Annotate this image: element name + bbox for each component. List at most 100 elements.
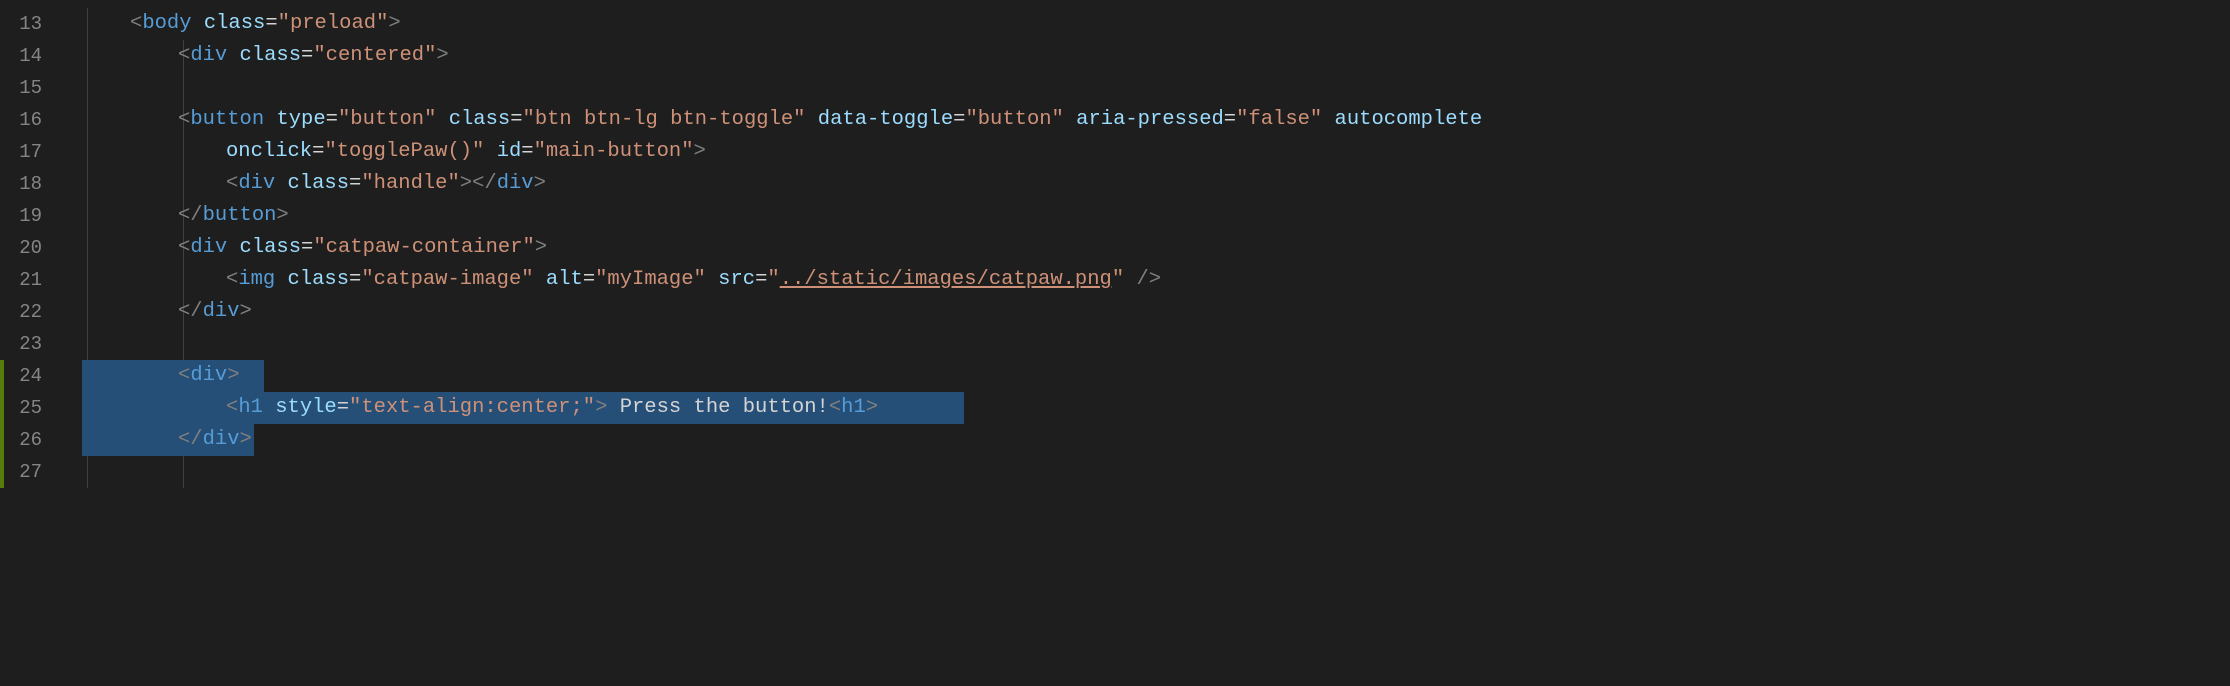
code-token: data-toggle xyxy=(818,108,953,131)
line-number: 25 xyxy=(0,392,64,424)
code-token: = xyxy=(349,268,361,291)
line-number: 17 xyxy=(0,136,64,168)
code-token: = xyxy=(326,108,338,131)
code-token: > xyxy=(240,300,252,323)
code-token: > xyxy=(240,428,252,451)
code-token: > xyxy=(436,44,448,67)
code-token: div xyxy=(190,364,227,387)
code-token: onclick xyxy=(226,140,312,163)
code-token: "catpaw-image" xyxy=(361,268,533,291)
code-token: = xyxy=(349,172,361,195)
code-token: autocomplete xyxy=(1335,108,1483,131)
code-token: div xyxy=(190,236,239,259)
code-token: id xyxy=(497,140,522,163)
code-line[interactable]: <h1 style="text-align:center;"> Press th… xyxy=(64,392,2230,424)
code-token: < xyxy=(226,396,238,419)
code-token: "preload" xyxy=(278,12,389,35)
code-editor[interactable]: 131415161718192021222324252627 <body cla… xyxy=(0,0,2230,686)
code-token: class xyxy=(288,268,350,291)
code-token: "myImage" xyxy=(595,268,706,291)
line-number: 13 xyxy=(0,8,64,40)
code-token: < xyxy=(226,268,238,291)
line-number: 27 xyxy=(0,456,64,488)
code-line[interactable]: </div> xyxy=(64,424,2230,456)
code-token: "text-align:center;" xyxy=(349,396,595,419)
code-token: "main-button" xyxy=(534,140,694,163)
line-number: 24 xyxy=(0,360,64,392)
code-token: button xyxy=(190,108,276,131)
code-token: > xyxy=(276,204,288,227)
line-number: 21 xyxy=(0,264,64,296)
code-token: < xyxy=(178,108,190,131)
code-token: div xyxy=(203,428,240,451)
code-token xyxy=(1322,108,1334,131)
line-number: 14 xyxy=(0,40,64,72)
code-token: < xyxy=(226,172,238,195)
code-token: </ xyxy=(178,428,203,451)
code-token: " xyxy=(1112,268,1124,291)
code-token: "button" xyxy=(965,108,1063,131)
code-token: = xyxy=(301,44,313,67)
code-token: > xyxy=(388,12,400,35)
code-line[interactable] xyxy=(64,328,2230,360)
code-line[interactable]: </div> xyxy=(64,296,2230,328)
code-token: ../static/images/catpaw.png xyxy=(780,268,1112,291)
code-token: class xyxy=(240,44,302,67)
code-line[interactable]: onclick="togglePaw()" id="main-button"> xyxy=(64,136,2230,168)
code-token: > xyxy=(694,140,706,163)
code-line[interactable]: </button> xyxy=(64,200,2230,232)
line-number: 18 xyxy=(0,168,64,200)
line-number-gutter: 131415161718192021222324252627 xyxy=(0,0,64,686)
code-token: div xyxy=(203,300,240,323)
code-token: /> xyxy=(1124,268,1161,291)
code-token: div xyxy=(497,172,534,195)
code-token: h1 xyxy=(841,396,866,419)
code-token: > xyxy=(227,364,239,387)
code-token: body xyxy=(142,12,204,35)
code-token: ></ xyxy=(460,172,497,195)
code-token xyxy=(706,268,718,291)
code-token: < xyxy=(178,236,190,259)
code-token: = xyxy=(265,12,277,35)
code-line[interactable]: <button type="button" class="btn btn-lg … xyxy=(64,104,2230,136)
code-line[interactable]: <div class="catpaw-container"> xyxy=(64,232,2230,264)
code-token xyxy=(436,108,448,131)
code-token: > xyxy=(535,236,547,259)
code-token: "handle" xyxy=(361,172,459,195)
code-line[interactable] xyxy=(64,72,2230,104)
line-number: 26 xyxy=(0,424,64,456)
line-number: 22 xyxy=(0,296,64,328)
code-token: class xyxy=(449,108,511,131)
code-line[interactable]: <div class="centered"> xyxy=(64,40,2230,72)
code-token: div xyxy=(238,172,287,195)
code-token: button xyxy=(203,204,277,227)
code-token: style xyxy=(275,396,337,419)
line-number: 23 xyxy=(0,328,64,360)
line-number: 19 xyxy=(0,200,64,232)
code-area[interactable]: <body class="preload"><div class="center… xyxy=(64,0,2230,686)
code-token xyxy=(534,268,546,291)
code-token: > xyxy=(534,172,546,195)
code-token: < xyxy=(130,12,142,35)
code-token: "catpaw-container" xyxy=(313,236,534,259)
code-line[interactable]: <img class="catpaw-image" alt="myImage" … xyxy=(64,264,2230,296)
code-token: src xyxy=(718,268,755,291)
code-token: "togglePaw()" xyxy=(324,140,484,163)
code-line[interactable]: <div class="handle"></div> xyxy=(64,168,2230,200)
code-line[interactable] xyxy=(64,456,2230,488)
code-token: class xyxy=(240,236,302,259)
code-token: "btn btn-lg btn-toggle" xyxy=(523,108,806,131)
code-token: = xyxy=(583,268,595,291)
code-token: = xyxy=(510,108,522,131)
code-token: aria-pressed xyxy=(1076,108,1224,131)
code-token: class xyxy=(288,172,350,195)
code-token: " xyxy=(767,268,779,291)
code-token: < xyxy=(178,44,190,67)
code-token: class xyxy=(204,12,266,35)
code-token: h1 xyxy=(238,396,275,419)
code-token xyxy=(805,108,817,131)
code-line[interactable]: <body class="preload"> xyxy=(64,8,2230,40)
line-number: 20 xyxy=(0,232,64,264)
code-token xyxy=(484,140,496,163)
code-line[interactable]: <div> xyxy=(64,360,2230,392)
